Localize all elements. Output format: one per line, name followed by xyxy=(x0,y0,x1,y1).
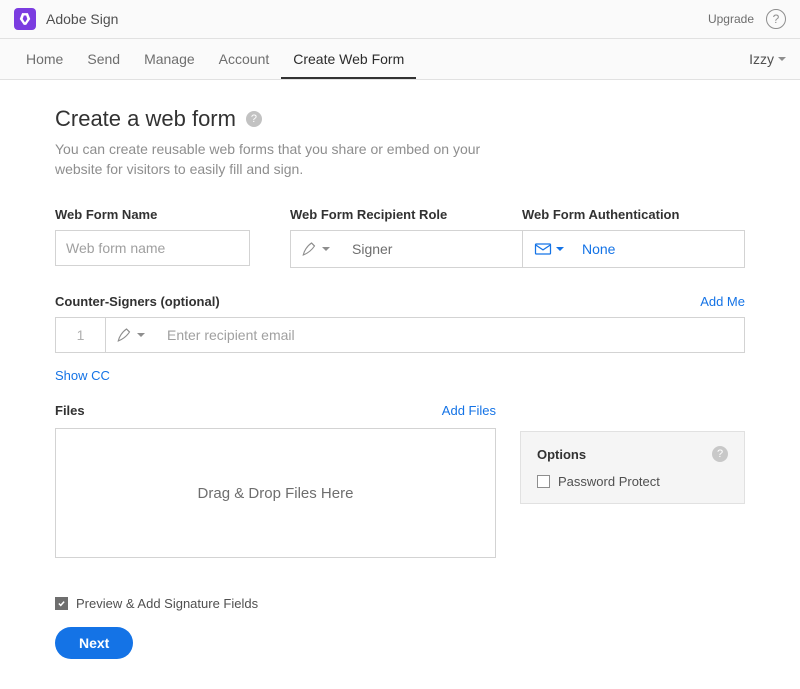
tab-bar: Home Send Manage Account Create Web Form… xyxy=(0,39,800,80)
auth-selector[interactable]: None xyxy=(522,230,745,268)
files-dropzone[interactable]: Drag & Drop Files Here xyxy=(55,428,496,558)
form-auth-label: Web Form Authentication xyxy=(522,207,745,222)
show-cc-link[interactable]: Show CC xyxy=(55,368,110,383)
tab-account[interactable]: Account xyxy=(207,39,282,79)
form-role-label: Web Form Recipient Role xyxy=(290,207,522,222)
preview-checkbox[interactable] xyxy=(55,597,68,610)
form-name-label: Web Form Name xyxy=(55,207,290,222)
form-row-top: Web Form Name Web Form Recipient Role Si… xyxy=(55,207,745,268)
dropzone-text: Drag & Drop Files Here xyxy=(198,485,354,502)
files-left: Files Add Files Drag & Drop Files Here xyxy=(55,403,496,558)
options-panel: Options ? Password Protect xyxy=(520,431,745,504)
options-title: Options xyxy=(537,447,586,462)
form-role-col: Web Form Recipient Role Signer xyxy=(290,207,522,268)
tab-home[interactable]: Home xyxy=(14,39,75,79)
app-name: Adobe Sign xyxy=(46,11,118,27)
files-label: Files xyxy=(55,403,85,418)
upgrade-link[interactable]: Upgrade xyxy=(708,12,754,26)
password-protect-label: Password Protect xyxy=(558,474,660,489)
counter-signers-label: Counter-Signers (optional) xyxy=(55,294,220,309)
help-icon[interactable]: ? xyxy=(766,9,786,29)
bottom-row: Preview & Add Signature Fields Next xyxy=(55,596,745,659)
envelope-icon xyxy=(533,239,564,259)
add-files-link[interactable]: Add Files xyxy=(442,403,496,418)
web-form-name-input[interactable] xyxy=(55,230,250,266)
files-header: Files Add Files xyxy=(55,403,496,418)
pen-icon xyxy=(116,326,134,344)
form-name-col: Web Form Name xyxy=(55,207,290,268)
tabs: Home Send Manage Account Create Web Form xyxy=(14,39,416,79)
form-auth-col: Web Form Authentication None xyxy=(522,207,745,268)
tab-send[interactable]: Send xyxy=(75,39,132,79)
chevron-down-icon xyxy=(322,247,330,251)
files-row: Files Add Files Drag & Drop Files Here O… xyxy=(55,403,745,558)
counter-index: 1 xyxy=(56,318,106,352)
counter-email-input[interactable] xyxy=(155,318,744,352)
app-logo-icon xyxy=(14,8,36,30)
counter-role-selector[interactable] xyxy=(106,318,155,352)
pen-icon xyxy=(301,240,330,258)
options-help-icon[interactable]: ? xyxy=(712,446,728,462)
next-button[interactable]: Next xyxy=(55,627,133,659)
topbar-left: Adobe Sign xyxy=(14,8,118,30)
options-header: Options ? xyxy=(537,446,728,462)
chevron-down-icon xyxy=(137,333,145,337)
preview-row: Preview & Add Signature Fields xyxy=(55,596,745,611)
tab-create-web-form[interactable]: Create Web Form xyxy=(281,39,416,79)
user-menu[interactable]: Izzy xyxy=(749,51,786,67)
role-selector[interactable]: Signer xyxy=(290,230,522,268)
page-description: You can create reusable web forms that y… xyxy=(55,140,505,179)
password-protect-row: Password Protect xyxy=(537,474,728,489)
chevron-down-icon xyxy=(556,247,564,251)
tab-manage[interactable]: Manage xyxy=(132,39,207,79)
page-title-row: Create a web form ? xyxy=(55,106,745,132)
counter-signer-row: 1 xyxy=(55,317,745,353)
password-protect-checkbox[interactable] xyxy=(537,475,550,488)
preview-label: Preview & Add Signature Fields xyxy=(76,596,258,611)
topbar-right: Upgrade ? xyxy=(708,9,786,29)
add-me-link[interactable]: Add Me xyxy=(700,294,745,309)
page-title: Create a web form xyxy=(55,106,236,132)
main-content: Create a web form ? You can create reusa… xyxy=(0,80,800,689)
chevron-down-icon xyxy=(778,57,786,61)
top-bar: Adobe Sign Upgrade ? xyxy=(0,0,800,39)
page-help-icon[interactable]: ? xyxy=(246,111,262,127)
role-value: Signer xyxy=(352,241,392,257)
auth-value: None xyxy=(582,241,615,257)
counter-signers-header: Counter-Signers (optional) Add Me xyxy=(55,294,745,309)
user-name: Izzy xyxy=(749,51,774,67)
